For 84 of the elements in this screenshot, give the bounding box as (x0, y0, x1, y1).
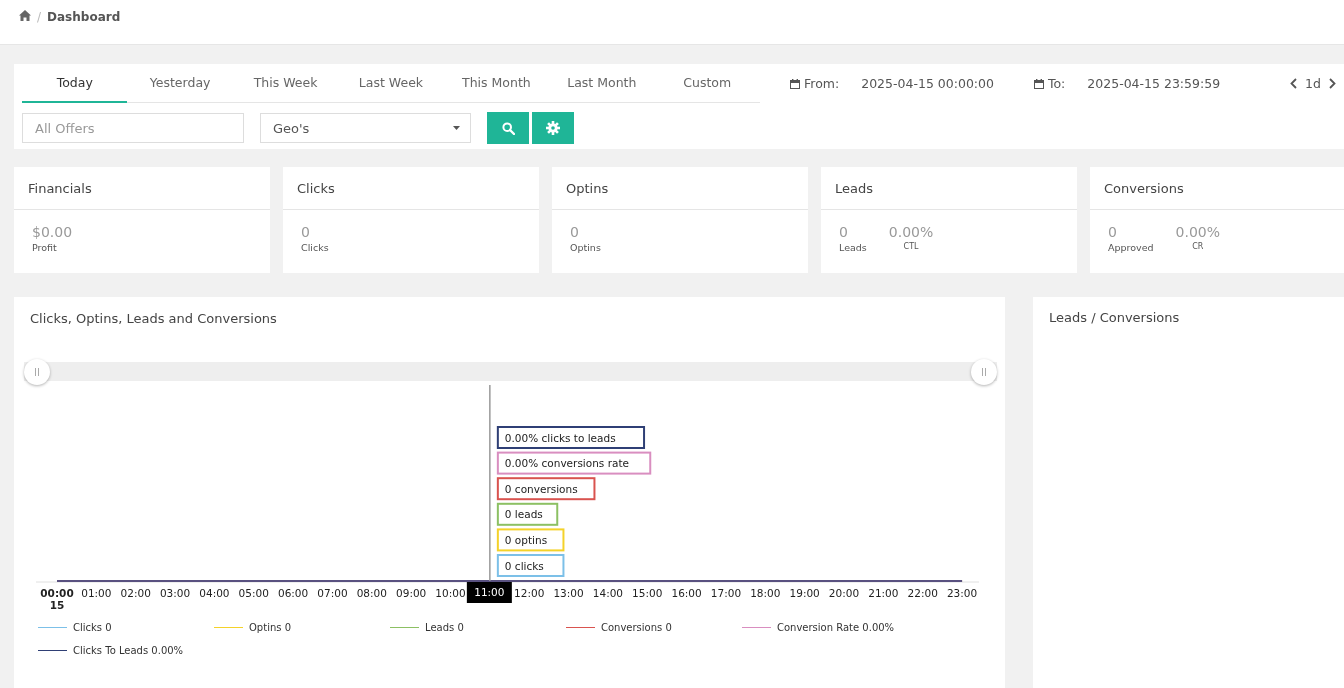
settings-button[interactable] (532, 112, 574, 144)
card-title: Clicks (283, 167, 539, 210)
metric-value: 0 (839, 224, 848, 240)
date-range-tab[interactable]: Last Month (549, 64, 655, 103)
metric-label: CTL (903, 242, 919, 251)
metric-value: 0 (1108, 224, 1117, 240)
offers-field[interactable]: All Offers (22, 113, 244, 143)
axis-tick-label: 21:00 (868, 587, 899, 599)
tooltip: 0 clicks (496, 554, 565, 577)
tooltip: 0.00% clicks to leads (496, 426, 646, 449)
gear-icon (546, 121, 560, 135)
axis-tick-label: 19:00 (789, 587, 820, 599)
axis-tick-label: 18:00 (750, 587, 781, 599)
metric-label: Clicks (301, 242, 329, 253)
axis-tick-label: 08:00 (356, 587, 387, 599)
axis-tick-label: 02:00 (120, 587, 151, 599)
date-range-tab[interactable]: This Month (443, 64, 550, 103)
tooltip: 0 conversions (496, 477, 596, 501)
axis-tick-label: 05:00 (238, 587, 269, 599)
breadcrumb-separator: / (37, 10, 42, 24)
metric-value: 0 (570, 224, 579, 240)
panel-title: Leads / Conversions (1048, 309, 1181, 325)
date-range-tab[interactable]: Yesterday (127, 64, 233, 103)
axis-tick-label: 04:00 (199, 587, 230, 599)
from-date[interactable]: 2025-04-15 00:00:00 (861, 76, 994, 91)
tooltip: 0.00% conversions rate (496, 451, 652, 475)
from-label: From: (804, 76, 840, 91)
legend-label[interactable]: Conversions 0 (601, 622, 672, 633)
axis-tick-label: 23:00 (946, 587, 978, 599)
card-title: Financials (14, 167, 270, 210)
axis-tick-label: 17:00 (710, 587, 742, 599)
range-slider[interactable] (24, 359, 997, 385)
axis-tick-label: 15:00 (632, 587, 663, 599)
calendar-icon (790, 78, 800, 89)
axis-tick-label: 16:00 (671, 587, 702, 599)
legend-label[interactable]: Clicks To Leads 0.00% (73, 645, 184, 656)
legend-label[interactable]: Conversion Rate 0.00% (777, 622, 895, 633)
card-title: Optins (552, 167, 808, 210)
metric-label: Profit (32, 242, 57, 253)
calendar-icon (1033, 78, 1044, 89)
panel-title: Clicks, Optins, Leads and Conversions (29, 310, 278, 326)
metric-value: 0 (301, 224, 310, 240)
legend-label[interactable]: Leads 0 (425, 622, 464, 633)
crosshair-label: 11:00 (466, 582, 512, 603)
card-title: Leads (821, 167, 1077, 210)
axis-date-label: 15 (49, 599, 65, 611)
axis-tick-label: 13:00 (553, 587, 584, 599)
chevron-left-icon[interactable] (1290, 78, 1298, 89)
axis-tick-label: 01:00 (81, 587, 112, 599)
to-label: To: (1047, 76, 1066, 91)
metric-label: Approved (1108, 242, 1154, 253)
axis-tick-label: 14:00 (592, 587, 624, 599)
date-range-tab[interactable]: Today (22, 64, 128, 103)
axis-tick-label: 20:00 (828, 587, 860, 599)
geo-select[interactable]: Geo's (260, 113, 471, 143)
axis-tick-label: 22:00 (907, 587, 938, 599)
search-icon (501, 121, 515, 135)
date-range-tab[interactable]: Custom (654, 64, 760, 103)
axis-tick-label: 00:00 (40, 587, 74, 599)
metric-label: CR (1192, 242, 1204, 251)
axis-tick-label: 03:00 (159, 587, 191, 599)
card-title: Conversions (1090, 167, 1344, 210)
metric-label: Leads (839, 242, 867, 253)
home-icon[interactable] (19, 10, 31, 21)
breadcrumb-current: Dashboard (47, 10, 121, 24)
legend-label[interactable]: Clicks 0 (73, 622, 112, 633)
caret-icon (453, 126, 460, 130)
metric-value: 0.00% (1175, 224, 1221, 240)
axis-tick-label: 09:00 (396, 587, 427, 599)
date-range-tab[interactable]: This Week (232, 64, 339, 103)
to-date[interactable]: 2025-04-15 23:59:59 (1087, 76, 1221, 91)
chevron-right-icon[interactable] (1329, 78, 1336, 89)
period-label: 1d (1305, 76, 1321, 91)
tooltip: 0 optins (496, 528, 565, 552)
axis-tick-label: 06:00 (277, 587, 309, 599)
date-range-tab[interactable]: Last Week (338, 64, 444, 103)
tooltip: 0 leads (496, 502, 559, 526)
axis-tick-label: 12:00 (514, 587, 545, 599)
axis-tick-label: 10:00 (435, 587, 466, 599)
metric-label: Optins (570, 242, 601, 253)
legend-label[interactable]: Optins 0 (249, 622, 291, 633)
metric-value: $0.00 (32, 224, 73, 240)
metric-value: 0.00% (888, 224, 934, 240)
axis-tick-label: 07:00 (317, 587, 348, 599)
